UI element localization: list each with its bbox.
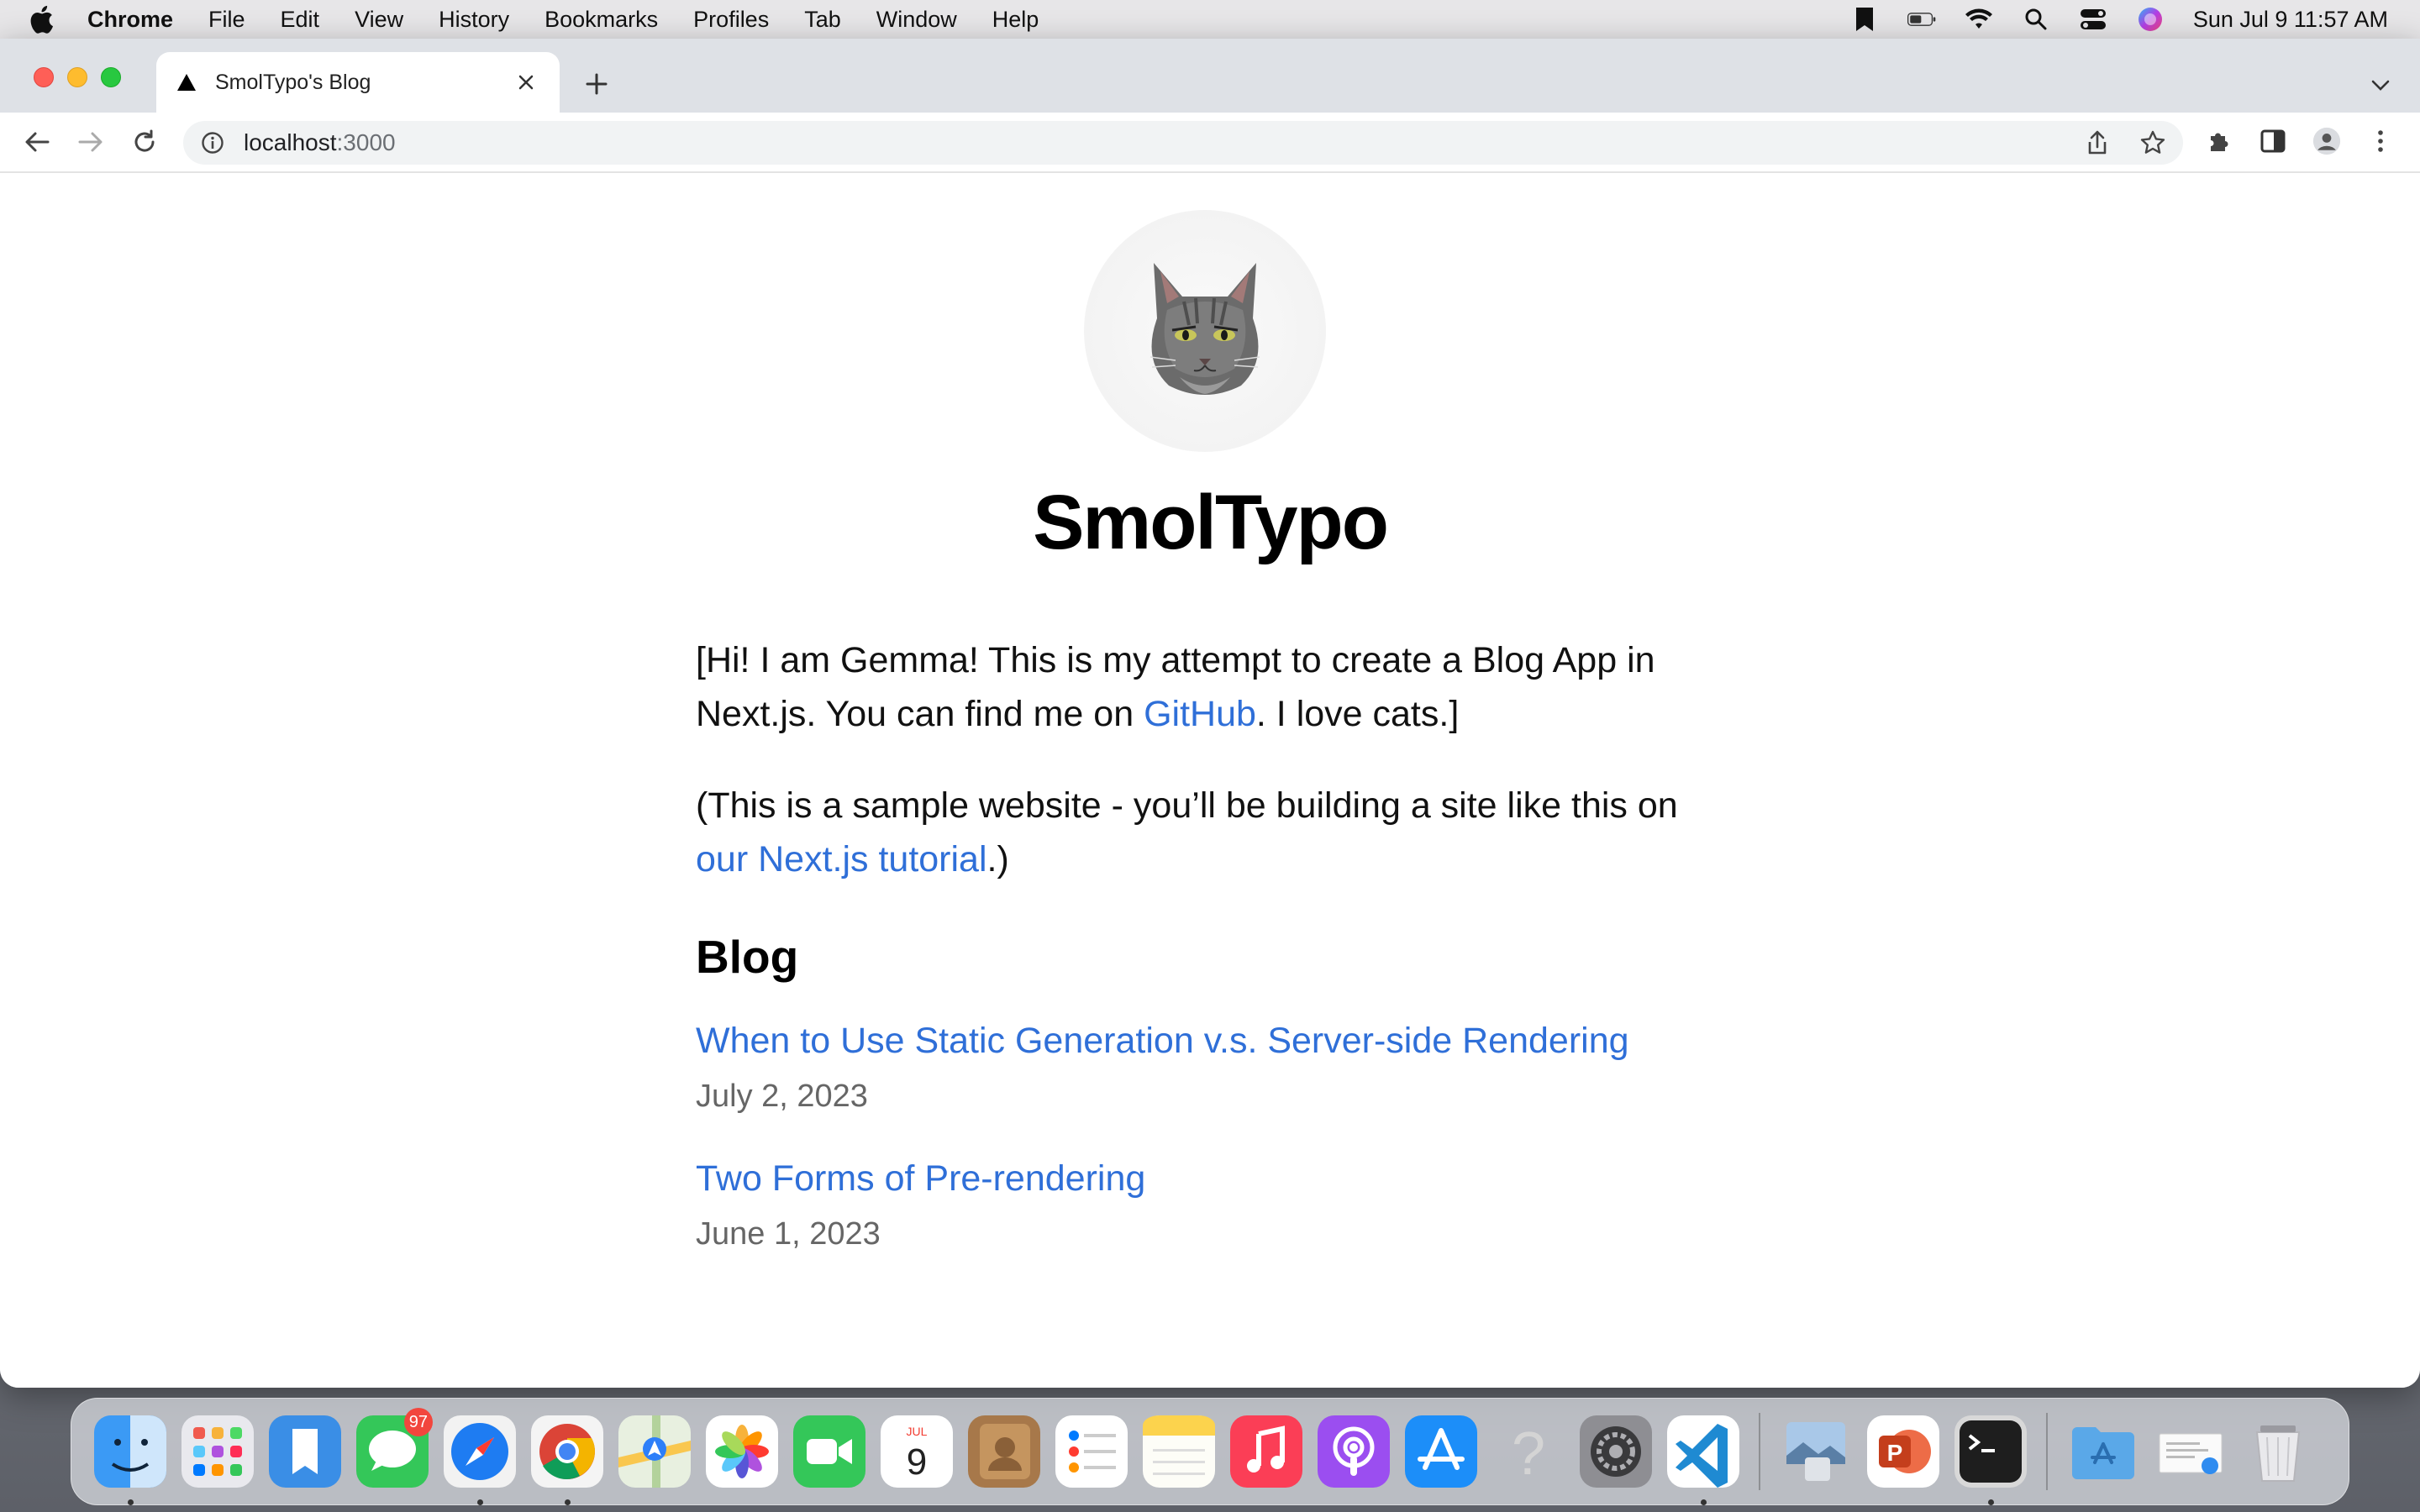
- dock-applications-folder-icon[interactable]: [2060, 1408, 2147, 1495]
- intro-paragraph: [Hi! I am Gemma! This is my attempt to c…: [696, 633, 1738, 741]
- messages-badge: 97: [403, 1408, 433, 1436]
- dock-separator: [1759, 1413, 1760, 1490]
- site-title: SmolTypo: [1033, 480, 1389, 565]
- apple-icon[interactable]: [29, 5, 62, 34]
- back-icon[interactable]: [20, 125, 54, 159]
- address-bar[interactable]: localhost:3000: [183, 121, 2183, 165]
- menu-history[interactable]: History: [439, 7, 509, 33]
- menu-help[interactable]: Help: [992, 7, 1039, 33]
- browser-window: SmolTypo's Blog localhost:3000 SmolTypo…: [0, 39, 2420, 1388]
- minimize-window-button[interactable]: [67, 67, 87, 87]
- bookmark-status-icon[interactable]: [1850, 5, 1879, 34]
- close-tab-icon[interactable]: [513, 69, 539, 96]
- tab-title: SmolTypo's Blog: [215, 70, 371, 94]
- post-title-link[interactable]: When to Use Static Generation v.s. Serve…: [696, 1017, 1738, 1064]
- browser-toolbar: localhost:3000: [0, 113, 2420, 173]
- menu-profiles[interactable]: Profiles: [693, 7, 769, 33]
- more-menu-icon[interactable]: [2366, 124, 2395, 158]
- reload-icon[interactable]: [128, 125, 161, 159]
- web-page: SmolTypo [Hi! I am Gemma! This is my att…: [0, 173, 2420, 1388]
- blog-heading: Blog: [696, 931, 799, 983]
- bookmark-star-icon[interactable]: [2139, 129, 2166, 156]
- extensions-puzzle-icon[interactable]: [2205, 124, 2233, 158]
- dock-contacts-icon[interactable]: [960, 1408, 1048, 1495]
- dock-calendar-icon[interactable]: JUL 9: [873, 1408, 960, 1495]
- extensions-area: [2205, 124, 2395, 158]
- tab-strip: SmolTypo's Blog: [0, 39, 2420, 113]
- tutorial-link[interactable]: our Next.js tutorial: [696, 839, 987, 879]
- list-item: When to Use Static Generation v.s. Serve…: [696, 1017, 1738, 1120]
- dock-vscode-icon[interactable]: [1660, 1408, 1747, 1505]
- battery-icon[interactable]: [1907, 5, 1936, 34]
- dock-photos-icon[interactable]: [698, 1408, 786, 1495]
- siri-icon[interactable]: [2136, 5, 2165, 34]
- list-item: Two Forms of Pre-rendering June 1, 2023: [696, 1155, 1738, 1257]
- dock-notes-icon[interactable]: [1135, 1408, 1223, 1495]
- profile-cat-image: [1084, 210, 1326, 452]
- svg-text:P: P: [1887, 1440, 1903, 1466]
- dock-podcasts-icon[interactable]: [1310, 1408, 1397, 1495]
- site-info-icon[interactable]: [200, 130, 225, 155]
- new-tab-icon[interactable]: [581, 69, 612, 99]
- menu-bar: Chrome File Edit View History Bookmarks …: [0, 0, 2420, 39]
- url-host: localhost: [244, 129, 337, 155]
- main-content: [Hi! I am Gemma! This is my attempt to c…: [696, 633, 1738, 1293]
- menu-file[interactable]: File: [208, 7, 245, 33]
- dock-launchpad-icon[interactable]: [174, 1408, 261, 1495]
- dock: 97 JUL 9 ? P: [71, 1398, 2349, 1505]
- dock-trash-icon[interactable]: [2234, 1408, 2322, 1495]
- dock-maps-icon[interactable]: [611, 1408, 698, 1495]
- dock-chrome-icon[interactable]: [523, 1408, 611, 1505]
- dock-document-stack-icon[interactable]: [2147, 1408, 2234, 1495]
- zoom-window-button[interactable]: [101, 67, 121, 87]
- dock-terminal-icon[interactable]: [1947, 1408, 2034, 1505]
- dock-messages-icon[interactable]: 97: [349, 1408, 436, 1495]
- menu-view[interactable]: View: [355, 7, 403, 33]
- clock[interactable]: Sun Jul 9 11:57 AM: [2193, 7, 2388, 33]
- intro-suffix: . I love cats.]: [1255, 694, 1460, 734]
- tab-active[interactable]: SmolTypo's Blog: [156, 52, 560, 113]
- post-date: June 1, 2023: [696, 1216, 881, 1252]
- forward-icon[interactable]: [74, 125, 108, 159]
- dock-safari-icon[interactable]: [436, 1408, 523, 1505]
- sample-suffix: .): [986, 839, 1009, 879]
- address-bar-actions: [2084, 129, 2166, 156]
- svg-text:?: ?: [1512, 1420, 1545, 1488]
- dock-unknown-app-icon[interactable]: ?: [1485, 1408, 1572, 1495]
- window-controls: [34, 67, 121, 87]
- dock-finder-icon[interactable]: [87, 1408, 174, 1505]
- profile-avatar-icon[interactable]: [2312, 124, 2341, 158]
- tab-search-chevron-icon[interactable]: [2366, 71, 2395, 99]
- dock-music-icon[interactable]: [1223, 1408, 1310, 1495]
- wifi-icon[interactable]: [1965, 5, 1993, 34]
- dock-powerpoint-icon[interactable]: P: [1860, 1408, 1947, 1495]
- dock-readkit-icon[interactable]: [261, 1408, 349, 1495]
- share-icon[interactable]: [2084, 129, 2111, 156]
- github-link[interactable]: GitHub: [1144, 694, 1256, 734]
- dock-app-store-icon[interactable]: [1397, 1408, 1485, 1495]
- sample-prefix: (This is a sample website - you’ll be bu…: [696, 785, 1678, 826]
- dock-facetime-icon[interactable]: [786, 1408, 873, 1495]
- control-center-icon[interactable]: [2079, 5, 2107, 34]
- side-panel-icon[interactable]: [2259, 124, 2287, 158]
- status-area: Sun Jul 9 11:57 AM: [1850, 5, 2388, 34]
- dock-separator: [2046, 1413, 2048, 1490]
- menu-edit[interactable]: Edit: [281, 7, 320, 33]
- dock-reminders-icon[interactable]: [1048, 1408, 1135, 1495]
- url-port: :3000: [336, 129, 396, 155]
- close-window-button[interactable]: [34, 67, 54, 87]
- post-date: July 2, 2023: [696, 1079, 868, 1114]
- dock-system-settings-icon[interactable]: [1572, 1408, 1660, 1495]
- post-title-link[interactable]: Two Forms of Pre-rendering: [696, 1155, 1738, 1202]
- spotlight-search-icon[interactable]: [2022, 5, 2050, 34]
- calendar-month: JUL: [907, 1425, 928, 1438]
- menu-window[interactable]: Window: [876, 7, 957, 33]
- menu-app-name[interactable]: Chrome: [87, 7, 173, 33]
- vercel-triangle-icon: [176, 72, 197, 92]
- menu-tab[interactable]: Tab: [804, 7, 841, 33]
- dock-preview-icon[interactable]: [1772, 1408, 1860, 1495]
- sample-paragraph: (This is a sample website - you’ll be bu…: [696, 779, 1738, 886]
- menu-bookmarks[interactable]: Bookmarks: [544, 7, 658, 33]
- calendar-day: 9: [907, 1441, 927, 1483]
